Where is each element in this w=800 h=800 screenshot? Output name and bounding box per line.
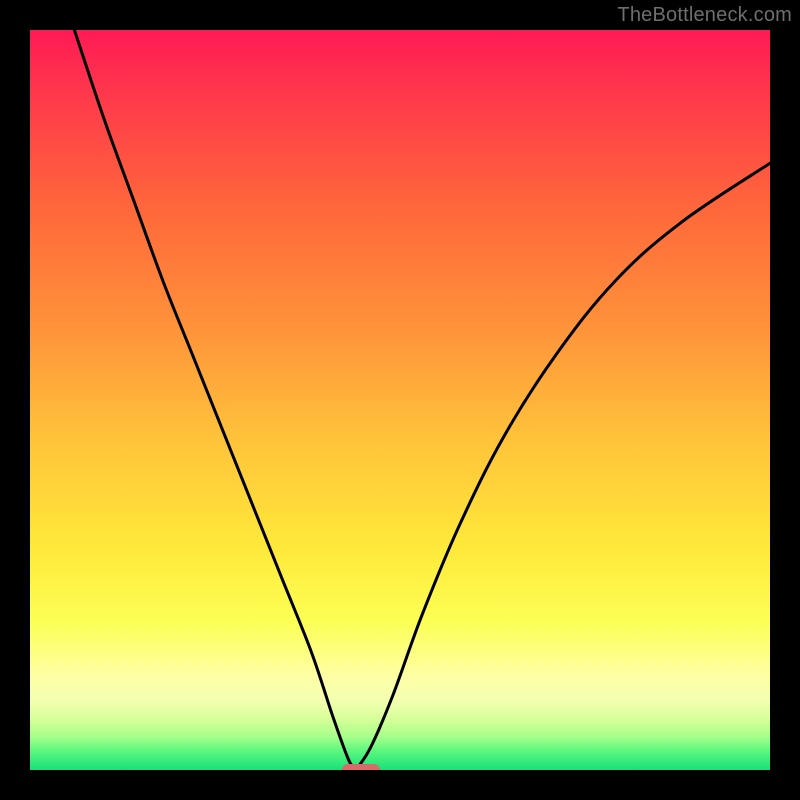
curve-left-branch	[74, 30, 355, 770]
chart-frame: TheBottleneck.com	[0, 0, 800, 800]
bottleneck-curve	[30, 30, 770, 770]
plot-area	[30, 30, 770, 770]
watermark-text: TheBottleneck.com	[617, 4, 792, 27]
curve-right-branch	[356, 163, 770, 770]
minimum-marker	[342, 764, 380, 770]
